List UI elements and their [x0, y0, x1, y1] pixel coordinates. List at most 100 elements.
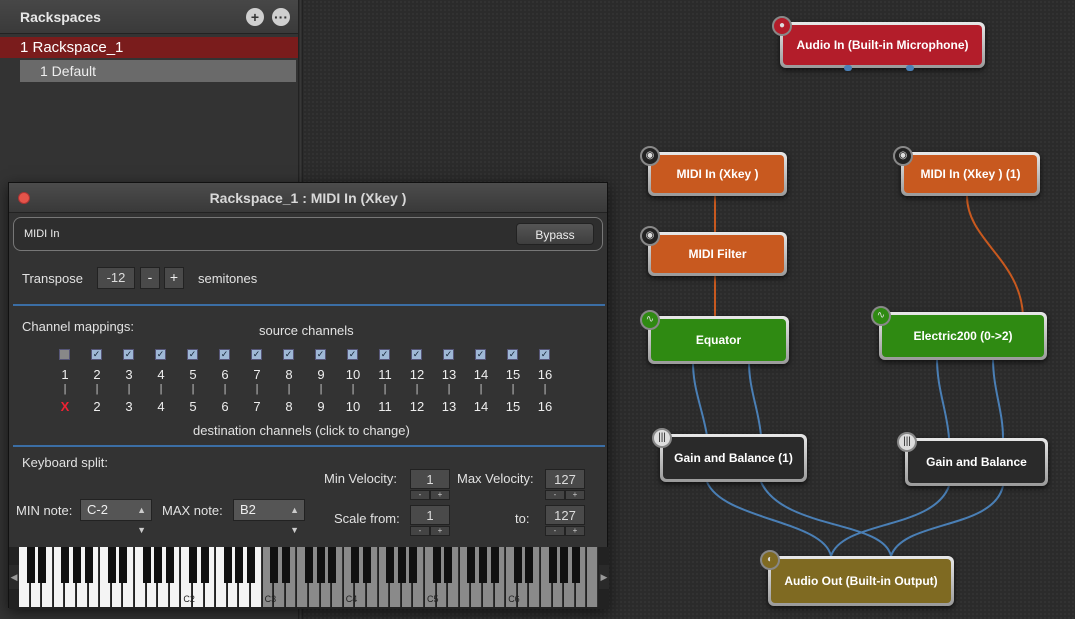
- channel-checkbox[interactable]: ✓: [123, 349, 134, 360]
- channel-checkbox[interactable]: ✓: [155, 349, 166, 360]
- black-key[interactable]: [246, 547, 256, 583]
- to-field[interactable]: 127: [545, 505, 585, 525]
- black-key[interactable]: [351, 547, 360, 583]
- black-key[interactable]: [26, 547, 35, 583]
- channel-checkbox[interactable]: [59, 349, 70, 360]
- black-key[interactable]: [386, 547, 395, 583]
- black-key[interactable]: [142, 547, 151, 583]
- channel-checkbox[interactable]: ✓: [411, 349, 422, 360]
- channel-checkbox[interactable]: ✓: [283, 349, 294, 360]
- black-key[interactable]: [525, 547, 534, 583]
- destination-channel-number[interactable]: 15: [501, 399, 525, 414]
- plugin-window[interactable]: Rackspace_1 : MIDI In (Xkey ) MIDI In By…: [8, 182, 609, 609]
- node-gain-balance[interactable]: Gain and Balance |||: [897, 432, 1048, 486]
- black-key[interactable]: [478, 547, 488, 583]
- ellipsis-icon[interactable]: ···: [272, 7, 290, 26]
- channel-checkbox[interactable]: ✓: [187, 349, 198, 360]
- node-midi-filter[interactable]: MIDI Filter ◉: [640, 226, 787, 276]
- black-key[interactable]: [490, 547, 499, 583]
- transpose-value[interactable]: -12: [97, 267, 135, 289]
- rackspace-item[interactable]: 1 Rackspace_1: [0, 37, 298, 58]
- destination-channel-number[interactable]: 3: [117, 399, 141, 414]
- black-key[interactable]: [61, 547, 70, 583]
- black-key[interactable]: [548, 547, 557, 583]
- black-key[interactable]: [409, 547, 418, 583]
- black-key[interactable]: [235, 547, 244, 583]
- destination-channel-number[interactable]: 16: [533, 399, 557, 414]
- black-key[interactable]: [165, 547, 174, 583]
- black-key[interactable]: [316, 547, 325, 583]
- node-electric200[interactable]: Electric200 (0->2) ∿: [871, 306, 1047, 360]
- channel-checkbox[interactable]: ✓: [443, 349, 454, 360]
- channel-checkbox[interactable]: ✓: [507, 349, 518, 360]
- destination-channel-number[interactable]: 8: [277, 399, 301, 414]
- channel-checkbox[interactable]: ✓: [91, 349, 102, 360]
- destination-channel-number[interactable]: 11: [373, 399, 397, 414]
- channel-checkbox[interactable]: ✓: [379, 349, 390, 360]
- keyboard[interactable]: C2 C3 C4 C5 C6 ◀ ▶: [9, 547, 609, 609]
- black-key[interactable]: [397, 547, 406, 583]
- black-key[interactable]: [200, 547, 209, 583]
- node-midi-in-2[interactable]: MIDI In (Xkey ) (1) ◉: [893, 146, 1040, 196]
- transpose-minus-button[interactable]: -: [140, 267, 160, 289]
- node-gain-balance-1[interactable]: Gain and Balance (1) |||: [652, 428, 807, 482]
- transpose-plus-button[interactable]: +: [164, 267, 184, 289]
- min-velocity-field[interactable]: 1: [410, 469, 450, 489]
- black-key[interactable]: [444, 547, 453, 583]
- black-key[interactable]: [571, 547, 580, 583]
- plus-icon[interactable]: +: [246, 7, 264, 26]
- min-note-select[interactable]: C-2 ▲ ▼: [80, 499, 152, 535]
- to-stepper[interactable]: - +: [545, 526, 585, 536]
- destination-channel-number[interactable]: 14: [469, 399, 493, 414]
- destination-channel-number[interactable]: 4: [149, 399, 173, 414]
- black-key[interactable]: [38, 547, 47, 583]
- black-key[interactable]: [119, 547, 128, 583]
- node-midi-in-1[interactable]: MIDI In (Xkey ) ◉: [640, 146, 787, 196]
- black-key[interactable]: [304, 547, 314, 583]
- channel-checkbox[interactable]: ✓: [219, 349, 230, 360]
- channel-checkbox[interactable]: ✓: [539, 349, 550, 360]
- destination-channel-number[interactable]: 5: [181, 399, 205, 414]
- node-equator[interactable]: Equator ∿: [640, 310, 789, 364]
- variation-item[interactable]: 1 Default: [20, 60, 296, 82]
- black-key[interactable]: [432, 547, 441, 583]
- max-note-select[interactable]: B2 ▲ ▼: [233, 499, 305, 535]
- black-key[interactable]: [107, 547, 116, 583]
- min-velocity-stepper[interactable]: - +: [410, 490, 450, 500]
- channel-checkbox[interactable]: ✓: [475, 349, 486, 360]
- scroll-right-icon[interactable]: ▶: [599, 565, 609, 589]
- destination-channel-number[interactable]: 9: [309, 399, 333, 414]
- black-key[interactable]: [513, 547, 522, 583]
- scroll-left-icon[interactable]: ◀: [9, 565, 19, 589]
- max-velocity-field[interactable]: 127: [545, 469, 585, 489]
- max-velocity-stepper[interactable]: - +: [545, 490, 585, 500]
- destination-channel-number[interactable]: 10: [341, 399, 365, 414]
- destination-channel-number[interactable]: 2: [85, 399, 109, 414]
- node-audio-out[interactable]: Audio Out (Built-in Output) ◐: [760, 550, 954, 606]
- channel-checkbox[interactable]: ✓: [315, 349, 326, 360]
- bypass-button[interactable]: Bypass: [516, 223, 594, 245]
- black-key[interactable]: [362, 547, 372, 583]
- channel-checkbox[interactable]: ✓: [347, 349, 358, 360]
- white-key[interactable]: [587, 547, 598, 607]
- black-key[interactable]: [154, 547, 163, 583]
- destination-channel-number[interactable]: X: [53, 399, 77, 414]
- black-key[interactable]: [281, 547, 290, 583]
- destination-channel-number[interactable]: 6: [213, 399, 237, 414]
- black-key[interactable]: [188, 547, 198, 583]
- scale-from-field[interactable]: 1: [410, 505, 450, 525]
- black-key[interactable]: [560, 547, 569, 583]
- window-titlebar[interactable]: Rackspace_1 : MIDI In (Xkey ): [9, 183, 607, 213]
- channel-checkbox[interactable]: ✓: [251, 349, 262, 360]
- destination-channel-number[interactable]: 13: [437, 399, 461, 414]
- black-key[interactable]: [223, 547, 232, 583]
- black-key[interactable]: [84, 547, 93, 583]
- destination-channel-number[interactable]: 12: [405, 399, 429, 414]
- black-key[interactable]: [72, 547, 82, 583]
- black-key[interactable]: [328, 547, 337, 583]
- black-key[interactable]: [467, 547, 476, 583]
- close-icon[interactable]: [18, 192, 30, 204]
- black-key[interactable]: [270, 547, 279, 583]
- scale-from-stepper[interactable]: - +: [410, 526, 450, 536]
- node-audio-in[interactable]: Audio In (Built-in Microphone) ●: [772, 16, 985, 71]
